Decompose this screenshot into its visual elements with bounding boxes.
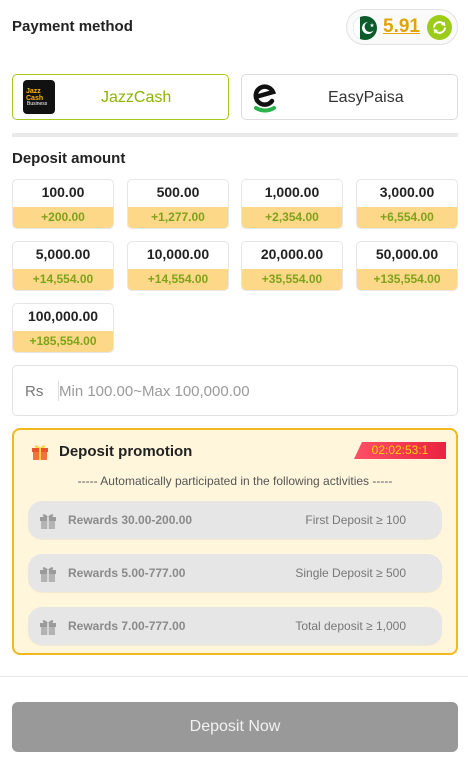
- amount-bonus: +14,554.00: [128, 269, 228, 290]
- amount-value: 1,000.00: [264, 184, 320, 200]
- amount-value: 100.00: [41, 184, 85, 200]
- promotion-subtitle: ----- Automatically participated in the …: [77, 474, 393, 488]
- deposit-amount-title: Deposit amount: [12, 150, 126, 167]
- gift-box-icon: [40, 514, 56, 529]
- gift-box-icon: [40, 567, 56, 582]
- promotion-title: Deposit promotion: [59, 443, 193, 460]
- amount-value: 3,000.00: [379, 184, 435, 200]
- amount-option[interactable]: 1,000.00 +2,354.00: [241, 179, 343, 229]
- reward-row[interactable]: Rewards 5.00-777.00 Single Deposit ≥ 500: [28, 554, 442, 592]
- deposit-now-button[interactable]: Deposit Now: [12, 702, 458, 752]
- reward-row[interactable]: Rewards 7.00-777.00 Total deposit ≥ 1,00…: [28, 607, 442, 645]
- amount-value: 100,000.00: [27, 308, 99, 324]
- deposit-promotion-panel: Deposit promotion 02:02:53:1 ----- Autom…: [12, 428, 458, 655]
- amount-option[interactable]: 500.00 +1,277.00: [127, 179, 229, 229]
- promotion-timer: 02:02:53:1: [354, 442, 446, 459]
- amount-input[interactable]: [59, 378, 439, 404]
- amount-option[interactable]: 20,000.00 +35,554.00: [241, 241, 343, 291]
- reward-condition: Single Deposit ≥ 500: [295, 566, 406, 580]
- amount-bonus: +200.00: [13, 207, 113, 228]
- amount-bonus: +185,554.00: [13, 331, 113, 352]
- amount-bonus: +135,554.00: [357, 269, 457, 290]
- reward-label: Rewards 5.00-777.00: [68, 566, 186, 580]
- amount-option[interactable]: 100.00 +200.00: [12, 179, 114, 229]
- amount-option[interactable]: 3,000.00 +6,554.00: [356, 179, 458, 229]
- reward-row[interactable]: Rewards 30.00-200.00 First Deposit ≥ 100: [28, 501, 442, 539]
- amount-option[interactable]: 50,000.00 +135,554.00: [356, 241, 458, 291]
- refresh-icon[interactable]: [427, 15, 452, 40]
- reward-condition: First Deposit ≥ 100: [305, 513, 406, 527]
- method-easypaisa[interactable]: EasyPaisa: [241, 74, 458, 120]
- amount-value: 10,000.00: [146, 246, 210, 262]
- gift-icon: [32, 445, 48, 460]
- amount-value: 50,000.00: [375, 246, 439, 262]
- amount-option[interactable]: 100,000.00 +185,554.00: [12, 303, 114, 353]
- balance-amount[interactable]: 5.91: [383, 16, 420, 38]
- easypaisa-logo-icon: [253, 84, 277, 113]
- currency-label: Rs: [25, 383, 44, 400]
- amount-value: 500.00: [156, 184, 200, 200]
- amount-bonus: +14,554.00: [13, 269, 113, 290]
- balance-widget: 5.91: [346, 9, 458, 45]
- footer-divider: [0, 676, 468, 677]
- pakistan-flag-icon: [353, 16, 377, 40]
- amount-value: 5,000.00: [35, 246, 91, 262]
- amount-option[interactable]: 10,000.00 +14,554.00: [127, 241, 229, 291]
- payment-header: Payment method 5.91: [0, 0, 468, 54]
- amount-bonus: +6,554.00: [357, 207, 457, 228]
- method-label: JazzCash: [101, 89, 172, 106]
- method-jazzcash[interactable]: Jazz Cash Business JazzCash: [12, 74, 229, 120]
- amount-bonus: +2,354.00: [242, 207, 342, 228]
- jazzcash-logo-text: Jazz Cash: [26, 88, 44, 102]
- amount-bonus: +35,554.00: [242, 269, 342, 290]
- amount-bonus: +1,277.00: [128, 207, 228, 228]
- section-divider: [12, 133, 458, 137]
- amount-field[interactable]: Rs: [12, 365, 458, 416]
- gift-box-icon: [40, 620, 56, 635]
- page-title: Payment method: [12, 18, 133, 35]
- amount-option[interactable]: 5,000.00 +14,554.00: [12, 241, 114, 291]
- jazzcash-logo-subtext: Business: [27, 101, 48, 107]
- reward-label: Rewards 30.00-200.00: [68, 513, 193, 527]
- jazzcash-logo-icon: Jazz Cash Business: [23, 80, 55, 114]
- reward-label: Rewards 7.00-777.00: [68, 619, 186, 633]
- amount-value: 20,000.00: [260, 246, 324, 262]
- reward-condition: Total deposit ≥ 1,000: [295, 619, 406, 633]
- method-label: EasyPaisa: [328, 89, 404, 106]
